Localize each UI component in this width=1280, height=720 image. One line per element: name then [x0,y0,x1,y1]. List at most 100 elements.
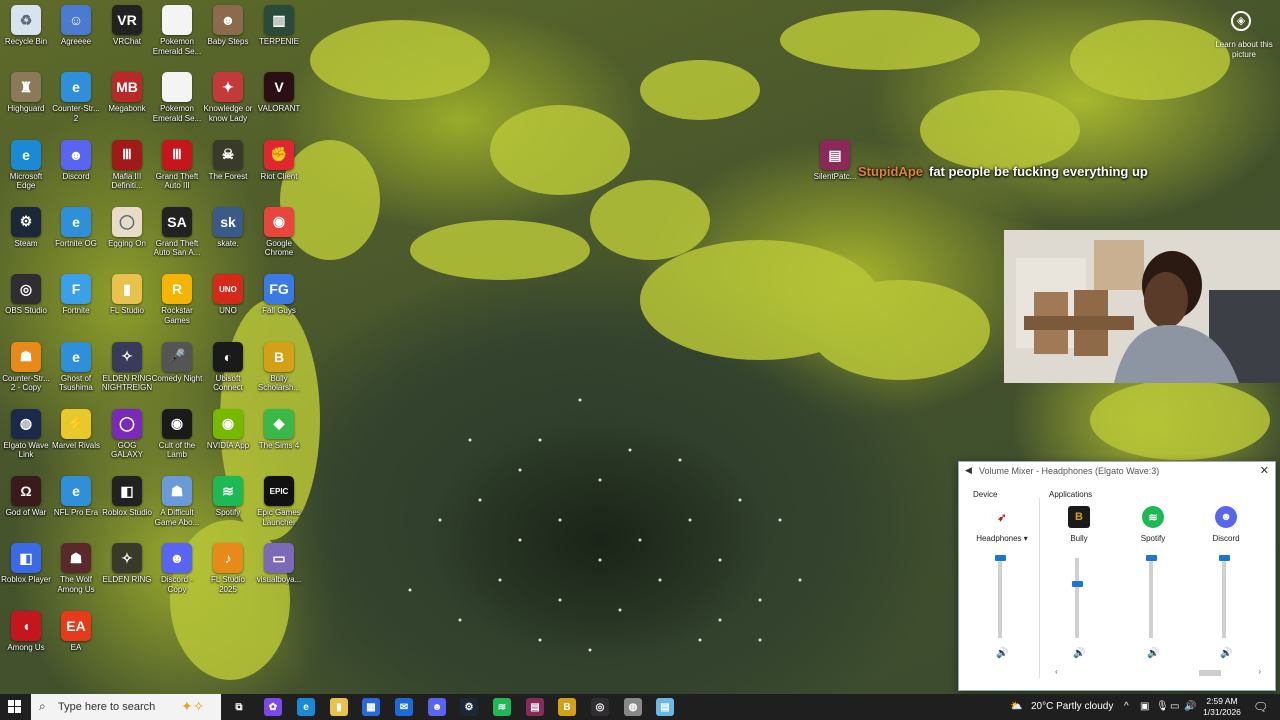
desktop-icon[interactable]: F Fortnite [50,274,102,316]
desktop-icon[interactable]: ◯ Egging On [101,206,153,249]
taskbar-search-box[interactable]: ⌕ Type here to search ✦✧ [31,694,221,720]
desktop-icon[interactable]: VR VRChat [101,5,153,47]
desktop-icon[interactable]: ≋ Spotify [202,476,254,518]
desktop-icon[interactable]: ✧ ELDEN RING NIGHTREIGN [101,341,153,393]
scrollbar-thumb[interactable] [1199,670,1221,676]
desktop-icon[interactable]: SA Grand Theft Auto San A... [151,206,203,258]
desktop-icon[interactable]: FG Fall Guys [253,274,305,316]
desktop-icon[interactable]: ◆ The Sims 4 [253,408,305,451]
desktop-icon[interactable]: ☠ The Forest [202,139,254,182]
winrar-icon[interactable]: ▤ [526,698,544,716]
volume-mixer-titlebar[interactable]: ◀ Volume Mixer - Headphones (Elgato Wave… [959,462,1275,480]
bully-icon[interactable]: B [558,698,576,716]
desktop-icon[interactable]: ◧ Roblox Player [0,543,52,585]
desktop-icon[interactable]: ⚙ Steam [0,206,52,249]
network-icon[interactable]: ▭ [1170,694,1179,720]
device-selector[interactable]: Headphones ▾ [972,534,1032,543]
desktop-icon[interactable]: e Counter-Str... 2 [50,72,102,123]
desktop-icon[interactable]: ☻ Discord - Copy [151,543,203,594]
slider-thumb[interactable] [1219,555,1230,561]
desktop-icon[interactable]: ◐ Ubisoft Connect [202,341,254,393]
desktop-icon[interactable]: ◯ GOG GALAXY [101,408,153,460]
copilot-icon[interactable]: ✿ [264,698,282,716]
desktop-icon[interactable]: EPIC Epic Games Launcher [253,476,305,527]
desktop-icon[interactable]: e NFL Pro Era [50,476,102,518]
desktop-icon[interactable]: ▤ SilentPatc... [809,140,861,182]
desktop-icon[interactable]: Ω God of War [0,476,52,518]
discord-mute-icon[interactable]: 🔊 [1220,648,1232,659]
desktop-icon[interactable]: V VALORANT [253,72,305,114]
desktop-icon[interactable]: ◉ Google Chrome [253,206,305,258]
desktop-icon[interactable]: ✧ ELDEN RING [101,543,153,585]
desktop-icon[interactable]: ◉ NVIDIA App [202,408,254,451]
desktop-icon[interactable]: ☻ Discord [50,139,102,182]
desktop-icon[interactable]: ♪ FL Studio 2025 [202,543,254,594]
obs-icon[interactable]: ◎ [591,698,609,716]
microphone-icon[interactable]: 🎙 [1156,694,1169,720]
desktop-icon[interactable]: ⚡ Marvel Rivals [50,408,102,451]
close-icon[interactable]: ✕ [1260,462,1269,480]
weather-widget[interactable]: 20°C Partly cloudy [1031,694,1113,720]
desktop-icon[interactable]: Ⅲ Grand Theft Auto III [151,139,203,191]
desktop-icon[interactable]: ♜ Highguard [0,72,52,114]
slider-thumb[interactable] [1072,580,1083,587]
desktop-icon[interactable]: ▭ visualboya... [253,543,305,585]
discord-volume-slider[interactable] [1222,558,1226,638]
slider-thumb[interactable] [995,555,1006,561]
desktop-icon[interactable]: R Rockstar Games [151,274,203,325]
desktop-icon[interactable]: e Fortnite OG [50,206,102,249]
headphones-device-icon[interactable]: ➶ [991,506,1013,528]
desktop-icon[interactable]: ♻ Recycle Bin [0,5,52,47]
bully-mute-icon[interactable]: 🔊 [1073,648,1085,659]
desktop-icon[interactable]: e Microsoft Edge [0,139,52,191]
desktop-icon[interactable]: sk skate. [202,206,254,249]
bully-volume-slider[interactable] [1075,558,1079,638]
system-clock[interactable]: 2:59 AM 1/31/2026 [1198,696,1246,718]
notepad-icon[interactable]: ▤ [656,698,674,716]
device-mute-icon[interactable]: 🔊 [996,648,1008,659]
desktop-icon[interactable]: e Ghost of Tsushima [50,341,102,393]
edge-icon[interactable]: e [297,698,315,716]
notifications-icon[interactable]: 🗨 [1253,694,1268,720]
desktop-icon[interactable]: ☗ A Difficult Game Abo... [151,476,203,527]
horizontal-scrollbar[interactable]: ‹ › [1055,667,1261,677]
desktop-icon[interactable]: 🎤 Comedy Night [151,341,203,384]
task-view-icon[interactable]: ⧉ [230,698,248,716]
desktop-icon[interactable]: B Bully Scholarsh... [253,341,305,393]
spotify-volume-slider[interactable] [1149,558,1153,638]
desktop-icon[interactable]: ◎ OBS Studio [0,274,52,316]
desktop-icon[interactable]: ▥ TERPENIE [253,5,305,47]
volume-icon[interactable]: 🔊 [1184,694,1196,720]
spotify-icon[interactable]: ≋ [493,698,511,716]
outlook-icon[interactable]: ✉ [395,698,413,716]
file-explorer-icon[interactable]: ▮ [330,698,348,716]
desktop-icon[interactable]: ◧ Roblox Studio [101,476,153,518]
desktop-icon[interactable]: UNO UNO [202,274,254,316]
desktop-icon[interactable]: ✦ Knowledge or know Lady [202,72,254,123]
learn-about-picture-icon[interactable]: ◈ [1231,11,1251,31]
desktop-icon[interactable]: ☗ Counter-Str... 2 - Copy [0,341,52,393]
desktop-icon[interactable]: ◍ Elgato Wave Link [0,408,52,460]
desktop-icon[interactable]: ☺ Agreeee [50,5,102,47]
desktop-icon[interactable]: Ⅲ Mafia III Definiti... [101,139,153,191]
desktop-icon[interactable]: ◖ Among Us [0,610,52,653]
spotify-mute-icon[interactable]: 🔊 [1147,648,1159,659]
desktop-icon[interactable]: ▮ FL Studio [101,274,153,316]
weather-icon[interactable]: ⛅ [1010,694,1022,720]
scroll-left-icon[interactable]: ‹ [1055,667,1058,676]
scroll-right-icon[interactable]: › [1258,667,1261,676]
app-icon[interactable]: ◍ [624,698,642,716]
device-volume-slider[interactable] [998,558,1002,638]
desktop-icon[interactable]: MB Megabonk [101,72,153,114]
desktop-icon[interactable]: ◉ Cult of the Lamb [151,408,203,460]
slider-thumb[interactable] [1146,555,1157,561]
discord-icon[interactable]: ☻ [428,698,446,716]
desktop-icon[interactable]: ☻ Baby Steps [202,5,254,47]
steam-icon[interactable]: ⚙ [460,698,478,716]
start-button[interactable] [8,700,22,714]
desktop-icon[interactable]: Pokemon Emerald Se... [151,5,203,56]
show-hidden-icons-icon[interactable]: ^ [1124,694,1129,720]
desktop-icon[interactable]: EA EA [50,610,102,653]
tray-device-icon[interactable]: ▣ [1140,694,1149,720]
desktop-icon[interactable]: ✊ Riot Client [253,139,305,182]
